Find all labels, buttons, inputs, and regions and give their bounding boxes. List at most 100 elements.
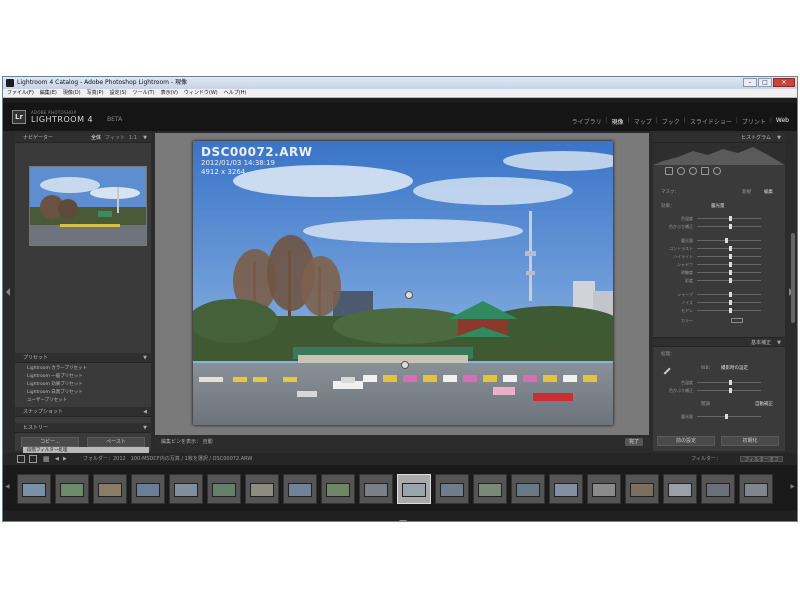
main-window-icon[interactable] xyxy=(29,455,37,463)
spot-removal-icon[interactable] xyxy=(677,167,685,175)
copy-settings-button[interactable]: コピー... xyxy=(21,437,79,447)
preset-folder[interactable]: Lightroom 効果プリセット xyxy=(23,381,149,389)
slider-shadows[interactable]: シャドウ xyxy=(661,261,779,268)
filmstrip-source-info[interactable]: フォルダー：2012 100-MSDCF内の写真 / 1枚を選択 / DSC00… xyxy=(83,453,252,465)
filmstrip-thumbnail[interactable] xyxy=(207,474,241,504)
mask-new-button[interactable]: 新規 xyxy=(742,189,751,195)
adjustment-pin[interactable] xyxy=(405,291,413,299)
slider-noise[interactable]: ノイズ xyxy=(661,299,779,306)
previous-settings-button[interactable]: 前の設定 xyxy=(657,436,715,446)
slider-knob[interactable] xyxy=(729,308,732,313)
slider-sharpness[interactable]: シャープ xyxy=(661,291,779,298)
done-button[interactable]: 完了 xyxy=(624,438,643,446)
filmstrip-thumbnail[interactable] xyxy=(245,474,279,504)
right-panel-toggle[interactable] xyxy=(785,133,797,451)
slider-knob[interactable] xyxy=(729,388,732,393)
crop-icon[interactable] xyxy=(665,167,673,175)
auto-tone-button[interactable]: 自動補正 xyxy=(755,401,773,407)
eyedropper-icon[interactable] xyxy=(659,363,671,375)
preset-folder[interactable]: Lightroom 一般プリセット xyxy=(23,373,149,381)
left-panel-toggle[interactable] xyxy=(3,133,13,451)
menu-file[interactable]: ファイル(F) xyxy=(7,89,34,97)
back-icon[interactable]: ◀ xyxy=(55,453,59,465)
filmstrip-thumbnail[interactable] xyxy=(625,474,659,504)
navigator-preview[interactable] xyxy=(29,166,147,246)
close-button[interactable]: ✕ xyxy=(773,78,795,87)
menu-photo[interactable]: 写真(P) xyxy=(87,89,104,97)
filmstrip-thumbnail[interactable] xyxy=(169,474,203,504)
basic-header[interactable]: 基本補正 ▼ xyxy=(653,337,785,347)
menu-develop[interactable]: 現像(D) xyxy=(63,89,81,97)
slider-knob[interactable] xyxy=(729,292,732,297)
filmstrip-thumbnail[interactable] xyxy=(55,474,89,504)
filmstrip-thumbnail[interactable] xyxy=(663,474,697,504)
slider-knob[interactable] xyxy=(729,270,732,275)
history-header[interactable]: ヒストリー ▼ xyxy=(15,423,151,433)
filmstrip-thumbnail[interactable] xyxy=(549,474,583,504)
slider-basic-tint[interactable]: 色かぶり補正 xyxy=(661,387,779,394)
image-canvas[interactable]: DSC00072.ARW 2012/01/03 14:38:19 4912 x … xyxy=(155,133,649,435)
module-print[interactable]: プリント xyxy=(742,117,766,126)
maximize-button[interactable]: □ xyxy=(758,78,772,87)
zoom-one-to-one[interactable]: 1:1 xyxy=(129,133,137,143)
preset-folder[interactable]: Lightroom カラープリセット xyxy=(23,365,149,373)
wb-select[interactable]: 撮影時の設定 xyxy=(721,365,748,371)
main-photo[interactable] xyxy=(193,141,613,425)
presets-header[interactable]: プリセット ▼ xyxy=(15,353,151,363)
slider-knob[interactable] xyxy=(729,278,732,283)
slider-contrast[interactable]: コントラスト xyxy=(661,245,779,252)
histogram-header[interactable]: ヒストグラム ▼ xyxy=(653,133,785,143)
menu-help[interactable]: ヘルプ(H) xyxy=(224,89,247,97)
menu-settings[interactable]: 設定(S) xyxy=(110,89,127,97)
preset-folder[interactable]: Lightroom 白黒プリセット xyxy=(23,389,149,397)
slider-clarity[interactable]: 明瞭度 xyxy=(661,269,779,276)
filmstrip-thumbnail[interactable] xyxy=(283,474,317,504)
module-develop[interactable]: 現像 xyxy=(612,117,624,126)
filmstrip-thumbnail[interactable] xyxy=(701,474,735,504)
menu-view[interactable]: 表示(V) xyxy=(161,89,178,97)
module-slideshow[interactable]: スライドショー xyxy=(690,117,732,126)
slider-knob[interactable] xyxy=(729,254,732,259)
zoom-fit-all[interactable]: 全体 xyxy=(91,133,101,143)
preset-folder[interactable]: ユーザープリセット xyxy=(23,397,149,405)
module-book[interactable]: ブック xyxy=(662,117,680,126)
mask-edit-button[interactable]: 編集 xyxy=(764,189,773,195)
grid-icon[interactable]: ▦ xyxy=(43,453,50,465)
menu-tools[interactable]: ツール(T) xyxy=(133,89,155,97)
slider-knob[interactable] xyxy=(725,238,728,243)
menu-edit[interactable]: 編集(E) xyxy=(40,89,57,97)
filmstrip-thumbnail[interactable] xyxy=(17,474,51,504)
filmstrip-thumbnail[interactable] xyxy=(587,474,621,504)
filmstrip-thumbnail[interactable] xyxy=(473,474,507,504)
filmstrip-thumbnail[interactable] xyxy=(359,474,393,504)
graduated-filter-icon[interactable] xyxy=(701,167,709,175)
filmstrip-thumbnail[interactable] xyxy=(435,474,469,504)
secondary-window-icon[interactable] xyxy=(17,455,25,463)
bottom-panel-toggle[interactable] xyxy=(3,511,797,521)
menu-window[interactable]: ウィンドウ(W) xyxy=(184,89,218,97)
right-panel-scrollbar[interactable] xyxy=(791,233,795,323)
zoom-fit[interactable]: フィット xyxy=(105,133,125,143)
show-pins-select[interactable]: 自動 xyxy=(203,439,213,445)
slider-exposure[interactable]: 露光量 xyxy=(661,237,779,244)
filter-select[interactable]: フィルターオフ xyxy=(740,456,783,463)
slider-knob[interactable] xyxy=(729,300,732,305)
paste-settings-button[interactable]: ペースト xyxy=(87,437,145,447)
adjustment-pin[interactable] xyxy=(401,361,409,369)
red-eye-icon[interactable] xyxy=(689,167,697,175)
reset-button[interactable]: 初期化 xyxy=(721,436,779,446)
minimize-button[interactable]: – xyxy=(743,78,757,87)
filmstrip-scroll-right-icon[interactable]: ▶ xyxy=(790,483,795,490)
filmstrip-scroll-left-icon[interactable]: ◀ xyxy=(5,483,10,490)
slider-knob[interactable] xyxy=(729,380,732,385)
filmstrip-thumbnail[interactable] xyxy=(131,474,165,504)
slider-knob[interactable] xyxy=(729,262,732,267)
module-web[interactable]: Web xyxy=(776,117,789,126)
slider-temperature[interactable]: 色温度 xyxy=(661,215,779,222)
slider-knob[interactable] xyxy=(729,224,732,229)
slider-moire[interactable]: モアレ xyxy=(661,307,779,314)
adjustment-brush-icon[interactable] xyxy=(713,167,721,175)
filmstrip-thumbnail[interactable] xyxy=(511,474,545,504)
slider-highlights[interactable]: ハイライト xyxy=(661,253,779,260)
slider-tint[interactable]: 色かぶり補正 xyxy=(661,223,779,230)
